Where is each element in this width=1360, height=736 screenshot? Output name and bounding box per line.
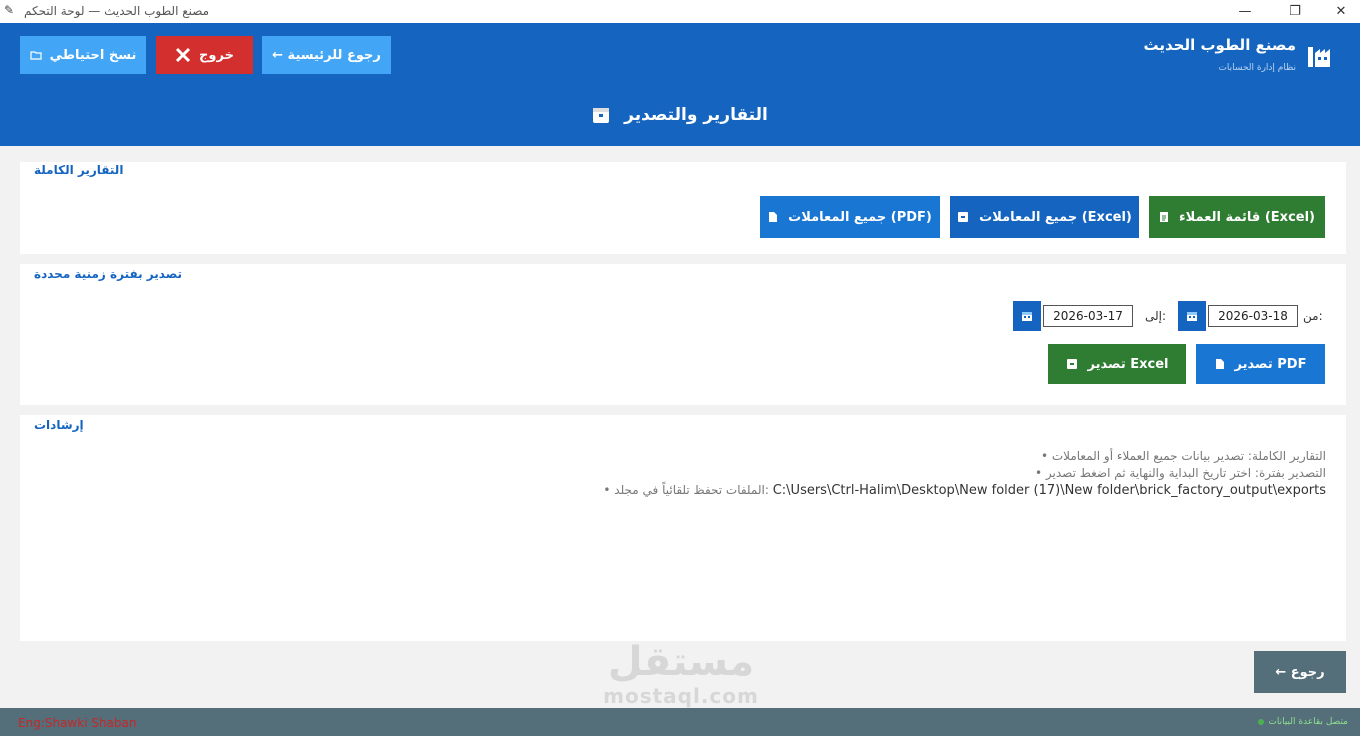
transactions-pdf-label: (PDF) جميع المعاملات [788, 209, 932, 225]
brand-name: مصنع الطوب الحديث [1143, 36, 1296, 54]
full-reports-panel: التقارير الكاملة (Excel) قائمة العملاء (… [20, 162, 1346, 254]
customers-excel-button[interactable]: (Excel) قائمة العملاء [1149, 196, 1325, 238]
author-credit: Eng:Shawki Shaban [18, 716, 137, 730]
from-date-input[interactable]: 2026-03-18 [1208, 305, 1298, 327]
x-icon [175, 47, 191, 63]
app-header: نسخ احتياطي خروج رجوع للرئيسية ← مصنع ال… [0, 23, 1360, 146]
to-label: :إلى [1145, 309, 1167, 323]
instruction-item: التقارير الكاملة: تصدير بيانات جميع العم… [1040, 449, 1326, 463]
status-dot-icon [1258, 719, 1265, 725]
instruction-item-path: C:\Users\Ctrl-Halim\Desktop\New folder (… [603, 483, 1326, 498]
to-date-input[interactable]: 2026-03-17 [1043, 305, 1133, 327]
window-title-bar: ✎ مصنع الطوب الحديث — لوحة التحكم — ❐ ✕ [0, 0, 1360, 23]
db-status-text: متصل بقاعدة البيانات [1268, 717, 1348, 727]
instruction-item: التصدير بفترة: اختر تاريخ البداية والنها… [1035, 466, 1326, 480]
instructions-title: إرشادات [34, 418, 84, 432]
calendar-icon [1187, 312, 1197, 321]
db-status: متصل بقاعدة البيانات [1258, 717, 1348, 727]
back-label: رجوع ← [1275, 664, 1325, 680]
close-button[interactable]: ✕ [1318, 0, 1360, 23]
back-button[interactable]: رجوع ← [1254, 651, 1346, 693]
page-title: التقارير والتصدير [0, 105, 1360, 125]
customers-excel-label: (Excel) قائمة العملاء [1179, 209, 1315, 225]
transactions-pdf-button[interactable]: (PDF) جميع المعاملات [760, 196, 940, 238]
maximize-icon: ❐ [1289, 4, 1301, 19]
exit-label: خروج [199, 47, 234, 63]
status-bar: Eng:Shawki Shaban متصل بقاعدة البيانات [0, 708, 1360, 736]
document-icon [1215, 359, 1224, 369]
period-export-title: تصدير بفترة زمنية محددة [34, 267, 183, 281]
backup-label: نسخ احتياطي [49, 47, 137, 63]
export-excel-button[interactable]: Excel تصدير [1048, 344, 1186, 384]
instruction-path-text: :الملفات تحفظ تلقائياً في مجلد • [603, 483, 769, 497]
maximize-button[interactable]: ❐ [1272, 0, 1318, 23]
transactions-excel-label: (Excel) جميع المعاملات [979, 209, 1132, 225]
transactions-excel-button[interactable]: (Excel) جميع المعاملات [950, 196, 1139, 238]
app-feather-icon: ✎ [4, 3, 15, 17]
window-title: مصنع الطوب الحديث — لوحة التحكم [24, 4, 210, 18]
to-calendar-button[interactable] [1013, 301, 1041, 331]
minimize-icon: — [1238, 4, 1252, 19]
watermark-arabic: مستقل [607, 639, 755, 685]
box-icon [593, 108, 610, 123]
backup-button[interactable]: نسخ احتياطي [20, 36, 146, 74]
watermark-latin: mostaql.com [603, 684, 759, 708]
document-icon [1160, 212, 1169, 222]
period-export-panel: تصدير بفترة زمنية محددة :من 2026-03-18 :… [20, 264, 1346, 405]
factory-icon [1308, 47, 1330, 67]
exit-button[interactable]: خروج [156, 36, 253, 74]
box-icon [958, 212, 969, 222]
box-icon [1066, 359, 1077, 369]
mostaql-watermark: مستقل mostaql.com [596, 640, 766, 708]
document-icon [769, 212, 778, 222]
export-excel-label: Excel تصدير [1087, 356, 1169, 372]
folder-icon [30, 51, 42, 60]
home-button[interactable]: رجوع للرئيسية ← [262, 36, 391, 74]
from-label: :من [1303, 309, 1323, 323]
export-pdf-button[interactable]: PDF تصدير [1196, 344, 1325, 384]
page-title-text: التقارير والتصدير [624, 105, 768, 125]
instructions-panel: إرشادات التقارير الكاملة: تصدير بيانات ج… [20, 415, 1346, 641]
brand-subtitle: نظام إدارة الحسابات [1218, 63, 1296, 73]
home-label: رجوع للرئيسية ← [272, 47, 381, 63]
calendar-icon [1022, 312, 1032, 321]
full-reports-title: التقارير الكاملة [34, 163, 124, 177]
minimize-button[interactable]: — [1222, 0, 1268, 23]
close-icon: ✕ [1335, 4, 1347, 19]
exports-path: C:\Users\Ctrl-Halim\Desktop\New folder (… [772, 483, 1326, 498]
export-pdf-label: PDF تصدير [1234, 356, 1307, 372]
from-calendar-button[interactable] [1178, 301, 1206, 331]
